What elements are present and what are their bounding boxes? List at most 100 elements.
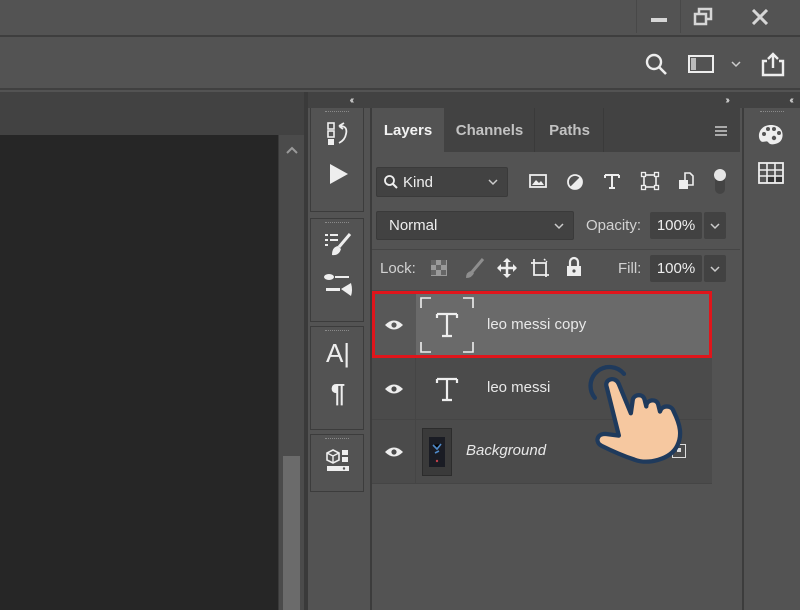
character-button[interactable]: A| bbox=[311, 335, 365, 371]
fill-input[interactable]: 100% bbox=[650, 255, 702, 282]
image-thumbnail bbox=[429, 437, 445, 467]
image-filter-icon bbox=[529, 174, 547, 188]
actions-button[interactable] bbox=[311, 156, 365, 192]
share-button[interactable] bbox=[758, 48, 788, 80]
tap-hand-icon bbox=[588, 364, 683, 464]
brush-presets-button[interactable] bbox=[311, 227, 365, 263]
paragraph-button[interactable]: ¶ bbox=[311, 375, 365, 411]
lock-transparent-icon bbox=[431, 260, 447, 276]
workspace-dropdown[interactable] bbox=[728, 48, 744, 80]
lock-image-icon bbox=[466, 258, 485, 278]
chevron-down-icon bbox=[554, 222, 564, 229]
lock-artboard-button[interactable] bbox=[529, 257, 551, 279]
layer-name[interactable]: Background bbox=[466, 442, 546, 459]
opacity-label: Opacity: bbox=[586, 217, 642, 234]
tap-hand-pointer bbox=[588, 360, 708, 470]
divider bbox=[372, 249, 740, 250]
document-canvas[interactable] bbox=[0, 135, 278, 610]
layer-name[interactable]: leo messi bbox=[487, 379, 550, 396]
lock-position-button[interactable] bbox=[496, 257, 518, 279]
filter-pixel-layers[interactable] bbox=[528, 172, 548, 192]
type-filter-icon bbox=[604, 174, 620, 189]
tab-channels[interactable]: Channels bbox=[445, 108, 535, 152]
history-button[interactable] bbox=[311, 116, 365, 152]
search-icon bbox=[384, 175, 398, 189]
group-grip[interactable] bbox=[311, 327, 363, 335]
chevron-down-icon bbox=[710, 222, 720, 229]
scrollbar-thumb[interactable] bbox=[283, 456, 300, 610]
panel-menu-button[interactable] bbox=[714, 124, 730, 138]
tool-group-3d bbox=[310, 434, 364, 492]
lock-transparent-button[interactable] bbox=[430, 259, 448, 277]
restore-icon bbox=[693, 7, 712, 25]
opacity-slider-toggle[interactable] bbox=[704, 212, 726, 239]
chevron-down-icon bbox=[710, 265, 720, 272]
brush-settings-icon bbox=[324, 274, 352, 296]
layer-thumbnail bbox=[422, 428, 452, 476]
visibility-toggle[interactable] bbox=[372, 420, 416, 484]
collapse-dock-button[interactable]: ‹‹ bbox=[308, 92, 370, 108]
layer-thumbnail bbox=[432, 374, 462, 404]
lock-label: Lock: bbox=[380, 260, 416, 277]
right-dock-column bbox=[742, 108, 800, 610]
group-grip[interactable] bbox=[744, 108, 800, 116]
collapse-right-dock-button[interactable]: ‹‹ bbox=[742, 92, 800, 108]
tool-group-type: A| ¶ bbox=[310, 326, 364, 430]
minimize-icon bbox=[650, 17, 667, 22]
tool-group-history bbox=[310, 108, 364, 212]
expand-icon: ›› bbox=[725, 94, 729, 106]
tool-group-brush bbox=[310, 218, 364, 322]
expand-panels-button[interactable]: ›› bbox=[370, 92, 742, 108]
patterns-button[interactable] bbox=[744, 154, 798, 192]
swatches-button[interactable] bbox=[744, 116, 798, 154]
eye-icon bbox=[384, 447, 403, 457]
close-icon bbox=[751, 8, 769, 25]
lock-image-button[interactable] bbox=[463, 257, 485, 279]
layer-filter-kind-dropdown[interactable]: Kind bbox=[376, 167, 508, 197]
fill-slider-toggle[interactable] bbox=[704, 255, 726, 282]
history-icon bbox=[327, 122, 348, 145]
filter-type-layers[interactable] bbox=[602, 171, 624, 193]
search-icon bbox=[645, 53, 667, 75]
brush-presets-icon bbox=[325, 233, 352, 256]
3d-libraries-button[interactable] bbox=[311, 443, 365, 479]
workspace-button[interactable] bbox=[686, 48, 716, 80]
lock-all-button[interactable] bbox=[565, 256, 583, 278]
brush-settings-button[interactable] bbox=[311, 267, 365, 303]
workspace-layout-icon bbox=[688, 55, 714, 73]
paragraph-icon: ¶ bbox=[330, 377, 346, 408]
close-button[interactable] bbox=[736, 0, 784, 33]
options-bar bbox=[0, 39, 800, 90]
filter-adjustment-layers[interactable] bbox=[565, 172, 585, 192]
shape-filter-icon bbox=[640, 171, 660, 191]
chevron-down-icon bbox=[488, 179, 498, 186]
minimize-button[interactable] bbox=[636, 0, 680, 33]
share-icon bbox=[761, 52, 785, 77]
filter-smart-objects[interactable] bbox=[677, 171, 697, 193]
3d-libraries-icon bbox=[326, 449, 349, 471]
adjustment-filter-icon bbox=[567, 174, 583, 190]
search-button[interactable] bbox=[643, 48, 669, 80]
character-icon: A| bbox=[325, 337, 351, 368]
visibility-toggle[interactable] bbox=[372, 358, 416, 420]
tab-paths[interactable]: Paths bbox=[536, 108, 604, 152]
lock-all-icon bbox=[567, 256, 581, 276]
smart-object-filter-icon bbox=[679, 172, 694, 189]
restore-button[interactable] bbox=[680, 0, 724, 33]
group-grip[interactable] bbox=[311, 219, 363, 227]
selection-highlight bbox=[372, 291, 712, 358]
blend-mode-dropdown[interactable]: Normal bbox=[376, 211, 574, 240]
group-grip[interactable] bbox=[311, 108, 363, 116]
filter-toggle[interactable] bbox=[712, 166, 728, 196]
tab-layers[interactable]: Layers bbox=[372, 108, 444, 152]
lock-artboard-icon bbox=[531, 258, 549, 277]
swatches-palette-icon bbox=[758, 125, 783, 145]
text-layer-icon bbox=[435, 377, 459, 402]
group-grip[interactable] bbox=[311, 435, 363, 443]
fill-label: Fill: bbox=[618, 260, 642, 277]
opacity-input[interactable]: 100% bbox=[650, 212, 702, 239]
play-action-icon bbox=[330, 164, 348, 184]
filter-shape-layers[interactable] bbox=[640, 171, 662, 193]
document-tab-strip bbox=[0, 92, 305, 135]
panel-menu-icon bbox=[715, 126, 727, 136]
